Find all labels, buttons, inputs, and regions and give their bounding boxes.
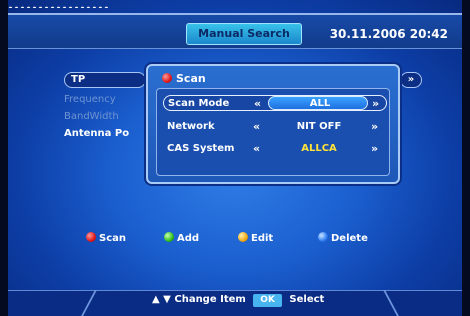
left-arrow-icon[interactable]: «: [254, 97, 261, 110]
red-key-icon: [162, 73, 172, 83]
yellow-key-icon: [238, 232, 248, 242]
dialog-title-text: Scan: [176, 72, 206, 85]
menu-item-bandwidth[interactable]: BandWidth: [64, 111, 154, 122]
key-label: Delete: [331, 233, 368, 244]
red-key-icon: [86, 232, 96, 242]
cropped-top-text: ꞈꞈꞈꞈꞈꞈꞈꞈꞈꞈꞈꞈꞈꞈꞈꞈꞈ: [8, 0, 462, 8]
option-label: CAS System: [167, 143, 235, 154]
tp-right-arrow-icon[interactable]: »: [400, 72, 422, 88]
change-item-label: Change Item: [174, 294, 246, 305]
green-key-icon: [164, 232, 174, 242]
edit-key-button[interactable]: Edit: [238, 232, 273, 244]
tv-screen: ꞈꞈꞈꞈꞈꞈꞈꞈꞈꞈꞈꞈꞈꞈꞈꞈꞈ Manual Search 30.11.20…: [8, 0, 462, 316]
option-label: Network: [167, 121, 215, 132]
scan-dialog: Scan Scan Mode « ALL » Network « NIT OFF…: [146, 64, 400, 184]
page-title: Manual Search: [186, 23, 302, 45]
key-label: Edit: [251, 233, 274, 244]
delete-key-button[interactable]: Delete: [318, 232, 368, 244]
option-row-cas-system[interactable]: CAS System « ALLCA »: [163, 141, 387, 157]
left-arrow-icon[interactable]: «: [253, 142, 260, 155]
datetime-display: 30.11.2006 20:42: [329, 27, 448, 41]
dialog-title: Scan: [162, 72, 206, 85]
left-arrow-icon[interactable]: «: [253, 120, 260, 133]
select-label: Select: [289, 294, 325, 305]
dialog-options: Scan Mode « ALL » Network « NIT OFF » CA…: [156, 88, 390, 176]
up-down-arrows-icon: ▲ ▼: [152, 294, 171, 305]
tp-field[interactable]: TP: [64, 72, 146, 88]
option-value: ALLCA: [301, 143, 337, 154]
key-label: Add: [177, 233, 200, 244]
key-label: Scan: [99, 233, 126, 244]
ok-key-icon: OK: [253, 294, 282, 307]
option-value: ALL: [309, 98, 331, 109]
blue-key-icon: [318, 232, 328, 242]
footer-hint: ▲ ▼ Change Item OK Select: [152, 294, 324, 307]
header-bar: Manual Search 30.11.2006 20:42: [8, 13, 462, 49]
right-arrow-icon[interactable]: »: [371, 142, 378, 155]
menu-item-antenna[interactable]: Antenna Po: [64, 128, 154, 139]
tp-label: TP: [71, 74, 86, 85]
option-label: Scan Mode: [168, 98, 230, 109]
scan-key-button[interactable]: Scan: [86, 232, 126, 244]
right-arrow-icon[interactable]: »: [372, 97, 379, 110]
option-row-network[interactable]: Network « NIT OFF »: [163, 119, 387, 135]
option-value: NIT OFF: [296, 121, 342, 132]
menu-item-frequency[interactable]: Frequency: [64, 94, 154, 105]
bezel-right: [462, 0, 470, 316]
right-arrow-icon[interactable]: »: [371, 120, 378, 133]
background-menu: TP Frequency BandWidth Antenna Po: [64, 72, 154, 139]
add-key-button[interactable]: Add: [164, 232, 199, 244]
bezel-left: [0, 0, 8, 316]
option-row-scan-mode[interactable]: Scan Mode « ALL »: [163, 95, 387, 111]
